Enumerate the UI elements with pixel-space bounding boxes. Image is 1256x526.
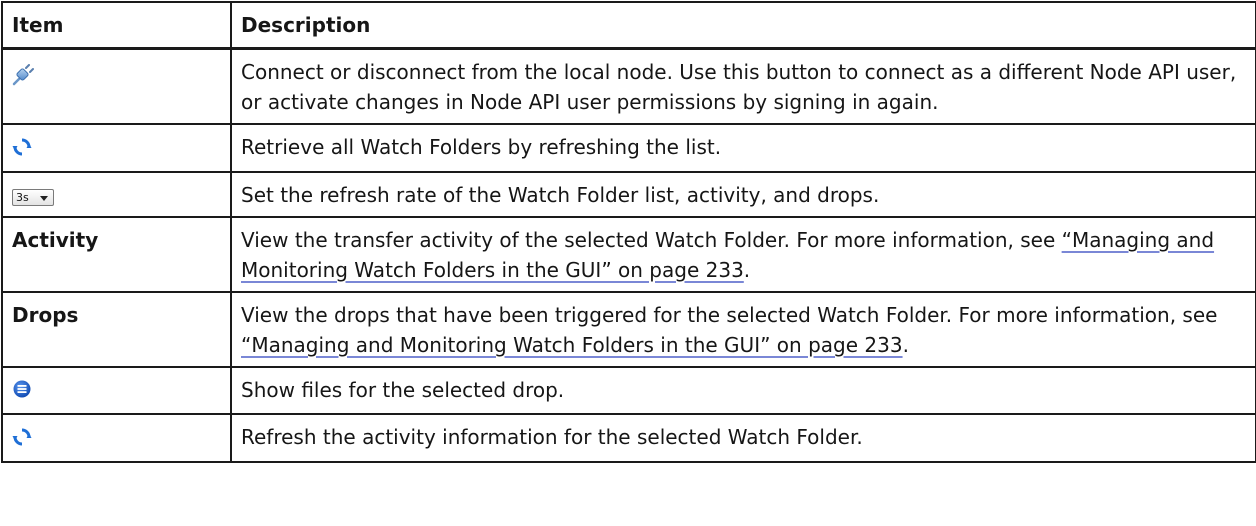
refresh-rate-dropdown[interactable]: 3s <box>12 188 54 206</box>
header-description: Description <box>230 1 1256 50</box>
chevron-down-icon <box>40 195 48 201</box>
item-cell <box>1 123 232 173</box>
description-cell: View the transfer activity of the select… <box>230 215 1256 293</box>
refresh-icon[interactable] <box>12 425 32 455</box>
description-end: . <box>902 332 909 357</box>
description-cell: Connect or disconnect from the local nod… <box>230 47 1256 125</box>
cross-reference-link[interactable]: “Managing and Monitoring Watch Folders i… <box>241 333 903 357</box>
description-text: View the transfer activity of the select… <box>241 227 1062 252</box>
refresh-icon[interactable] <box>12 135 32 165</box>
description-cell: Set the refresh rate of the Watch Folder… <box>230 170 1256 218</box>
table-row: Connect or disconnect from the local nod… <box>1 47 1256 125</box>
table-row: Refresh the activity information for the… <box>1 413 1256 463</box>
description-end: . <box>743 257 751 282</box>
header-item: Item <box>1 1 232 50</box>
description-text: View the drops that have been triggered … <box>241 302 1218 327</box>
description-cell: Refresh the activity information for the… <box>230 413 1256 463</box>
table-row: Show files for the selected drop. <box>1 365 1256 415</box>
table-row: 3s Set the refresh rate of the Watch Fol… <box>1 170 1256 218</box>
item-label-activity: Activity <box>12 227 99 252</box>
description-cell: View the drops that have been triggered … <box>230 290 1256 368</box>
description-cell: Show files for the selected drop. <box>230 365 1256 415</box>
item-cell: Activity <box>1 215 232 293</box>
item-cell <box>1 47 232 125</box>
item-cell <box>1 365 232 415</box>
table-row: Activity View the transfer activity of t… <box>1 215 1256 293</box>
item-cell: 3s <box>1 170 232 218</box>
item-label-drops: Drops <box>12 302 79 327</box>
table-row: Retrieve all Watch Folders by refreshing… <box>1 123 1256 173</box>
description-cell: Retrieve all Watch Folders by refreshing… <box>230 123 1256 173</box>
item-description-table: Item Description Connect or disconnect f… <box>1 1 1256 463</box>
show-files-icon[interactable] <box>12 377 32 407</box>
table-row: Drops View the drops that have been trig… <box>1 290 1256 368</box>
table-header-row: Item Description <box>1 1 1256 50</box>
connect-plug-icon[interactable] <box>12 63 34 86</box>
dropdown-value: 3s <box>16 190 29 204</box>
item-cell <box>1 413 232 463</box>
item-cell: Drops <box>1 290 232 368</box>
